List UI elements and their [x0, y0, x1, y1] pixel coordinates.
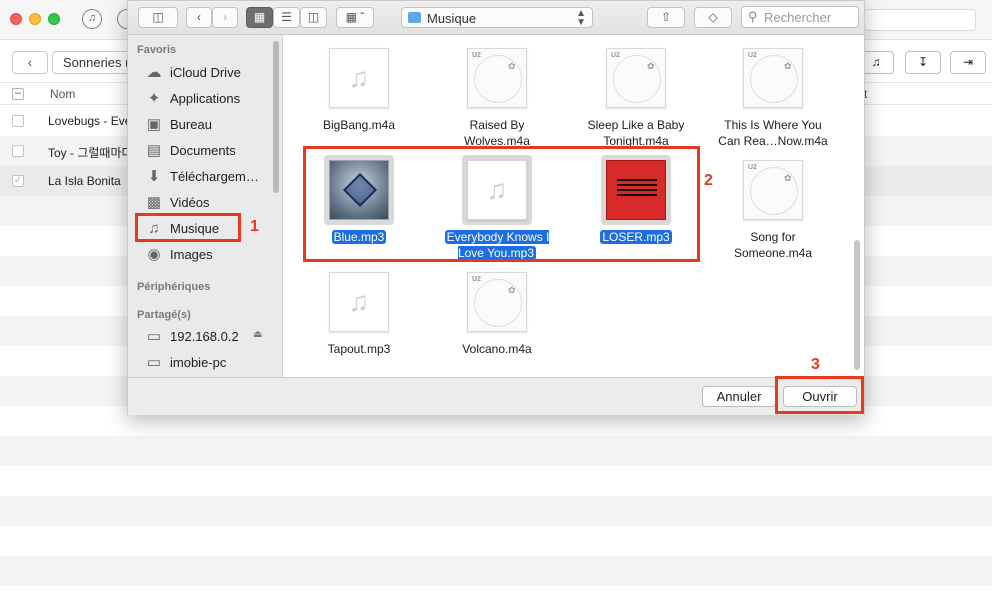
- sidebar-item-192-168-0-2[interactable]: ▭ 192.168.0.2 ⏏: [135, 324, 275, 350]
- back-button[interactable]: ‹: [186, 7, 212, 28]
- album-art-disc-icon: U2 ✿: [467, 272, 527, 332]
- eject-icon[interactable]: ⏏: [253, 329, 262, 340]
- cloud-icon: ☁: [146, 64, 162, 81]
- file-name: This Is Where You Can Rea…Now.m4a: [718, 118, 828, 148]
- film-icon: ▩: [146, 194, 162, 211]
- computer-icon: ▭: [146, 354, 162, 371]
- row-title: Lovebugs - Eve: [48, 114, 132, 128]
- file-item[interactable]: U2 ✿ Sleep Like a Baby Tonight.m4a: [576, 37, 696, 148]
- file-item[interactable]: U2 ✿ This Is Where You Can Rea…Now.m4a: [713, 37, 833, 148]
- album-art-disc-icon: U2 ✿: [467, 48, 527, 108]
- export-button[interactable]: ⇥: [950, 51, 986, 74]
- annotation-highlight-open-button: [775, 376, 864, 414]
- file-item[interactable]: U2 ✿ Volcano.m4a: [437, 261, 557, 371]
- computer-icon: ▭: [146, 328, 162, 345]
- search-input[interactable]: [764, 9, 854, 25]
- file-item[interactable]: U2 ✿ Raised By Wolves.m4a: [437, 37, 557, 148]
- document-icon: ▤: [146, 142, 162, 159]
- annotation-step-3: 3: [811, 356, 820, 373]
- sidebar-item-label: iCloud Drive: [170, 65, 241, 80]
- sidebar-item-telechargements[interactable]: ⬇ Téléchargem…: [135, 164, 275, 190]
- download-icon: ⬇: [147, 168, 161, 185]
- sidebar-item-bureau[interactable]: ▣ Bureau: [135, 112, 275, 138]
- folder-icon: [408, 12, 421, 23]
- empty-row: [0, 436, 992, 466]
- file-name: Tapout.mp3: [327, 342, 391, 356]
- share-icon[interactable]: ⇧: [647, 7, 685, 28]
- music-note-icon[interactable]: ♫: [82, 9, 102, 29]
- sidebar-toggle-button[interactable]: ◫: [138, 7, 178, 28]
- dialog-footer: Annuler Ouvrir: [128, 377, 864, 415]
- file-name: Raised By Wolves.m4a: [464, 118, 530, 148]
- sidebar-item-label: Vidéos: [170, 195, 210, 210]
- sonneries-dropdown[interactable]: Sonneries (: [52, 51, 132, 74]
- sidebar-item-label: 192.168.0.2: [170, 329, 239, 344]
- search-icon: ⚲: [748, 9, 758, 24]
- tag-icon[interactable]: ◇: [694, 7, 732, 28]
- sidebar-item-label: Téléchargem…: [170, 169, 259, 184]
- sidebar-item-applications[interactable]: ✦ Applications: [135, 86, 275, 112]
- location-label: Musique: [427, 11, 477, 26]
- annotation-highlight-musique: [135, 213, 241, 242]
- sidebar-section-partages: Partagé(s): [137, 309, 191, 321]
- column-view-icon[interactable]: ◫: [300, 7, 327, 28]
- annotation-step-2: 2: [704, 172, 713, 189]
- music-file-icon: ♫: [329, 272, 389, 332]
- sidebar-item-label: Documents: [170, 143, 236, 158]
- file-grid-scrollbar[interactable]: [854, 240, 860, 370]
- sidebar-item-label: Images: [170, 247, 213, 262]
- row-checkbox[interactable]: [12, 145, 24, 157]
- file-name: BigBang.m4a: [322, 118, 396, 132]
- sidebar-item-label: Bureau: [170, 117, 212, 132]
- sidebar-item-documents[interactable]: ▤ Documents: [135, 138, 275, 164]
- cancel-button[interactable]: Annuler: [702, 386, 776, 407]
- minimize-window-button[interactable]: [29, 13, 41, 25]
- search-field[interactable]: ⚲: [741, 6, 859, 28]
- file-item[interactable]: U2 ✿ Song for Someone.m4a: [713, 149, 833, 260]
- camera-icon: ◉: [147, 246, 161, 263]
- zoom-window-button[interactable]: [48, 13, 60, 25]
- file-item[interactable]: ♫ Tapout.mp3: [299, 261, 419, 371]
- column-nom[interactable]: Nom: [50, 87, 75, 101]
- album-art-disc-icon: U2 ✿: [743, 48, 803, 108]
- sidebar-item-images[interactable]: ◉ Images: [135, 242, 275, 268]
- row-title: Toy - 그럴때마다: [48, 146, 133, 160]
- icon-view-icon[interactable]: ▦: [246, 7, 273, 28]
- sidebar-item-label: imobie-pc: [170, 355, 227, 370]
- file-name: Sleep Like a Baby Tonight.m4a: [587, 118, 685, 148]
- updown-chevron-icon: ▲ ▼: [576, 8, 586, 28]
- background-search-field[interactable]: [864, 9, 976, 31]
- annotation-step-1: 1: [250, 218, 259, 235]
- sidebar-section-peripheriques: Périphériques: [137, 281, 211, 293]
- list-view-icon[interactable]: ☰: [273, 7, 300, 28]
- file-name: Volcano.m4a: [462, 342, 532, 356]
- album-art-disc-icon: U2 ✿: [606, 48, 666, 108]
- forward-button[interactable]: ›: [212, 7, 238, 28]
- close-window-button[interactable]: [10, 13, 22, 25]
- row-checkbox[interactable]: [12, 115, 24, 127]
- background-back-button[interactable]: ‹: [12, 51, 48, 74]
- sidebar-item-icloud-drive[interactable]: ☁ iCloud Drive: [135, 60, 275, 86]
- dialog-sidebar: Favoris ☁ iCloud Drive ✦ Applications ▣ …: [128, 35, 283, 377]
- empty-row: [0, 496, 992, 526]
- sidebar-item-imobie-pc[interactable]: ▭ imobie-pc: [135, 350, 275, 376]
- annotation-highlight-selected-files: [303, 146, 700, 262]
- desktop-icon: ▣: [146, 116, 162, 133]
- dialog-toolbar: ◫ ‹ › ▦ ☰ ◫ ▦ ˇ Musique ▲ ▼ ⇧ ◇ ⚲: [128, 1, 864, 35]
- file-item[interactable]: ♫ BigBang.m4a: [299, 37, 419, 147]
- send-to-device-button[interactable]: ↧: [905, 51, 941, 74]
- arrange-menu-button[interactable]: ▦ ˇ: [336, 7, 374, 28]
- sidebar-item-label: Applications: [170, 91, 241, 106]
- row-checkbox[interactable]: ✓: [12, 175, 24, 187]
- applications-icon: ✦: [147, 90, 161, 107]
- sidebar-scrollbar[interactable]: [273, 41, 279, 193]
- location-popup[interactable]: Musique ▲ ▼: [401, 7, 593, 28]
- empty-row: [0, 556, 992, 586]
- sidebar-section-favoris: Favoris: [137, 44, 177, 56]
- select-all-checkbox[interactable]: –: [12, 88, 24, 100]
- album-art-disc-icon: U2 ✿: [743, 160, 803, 220]
- row-title: La Isla Bonita: [48, 174, 121, 188]
- music-file-icon: ♫: [329, 48, 389, 108]
- file-name: Song for Someone.m4a: [733, 230, 813, 260]
